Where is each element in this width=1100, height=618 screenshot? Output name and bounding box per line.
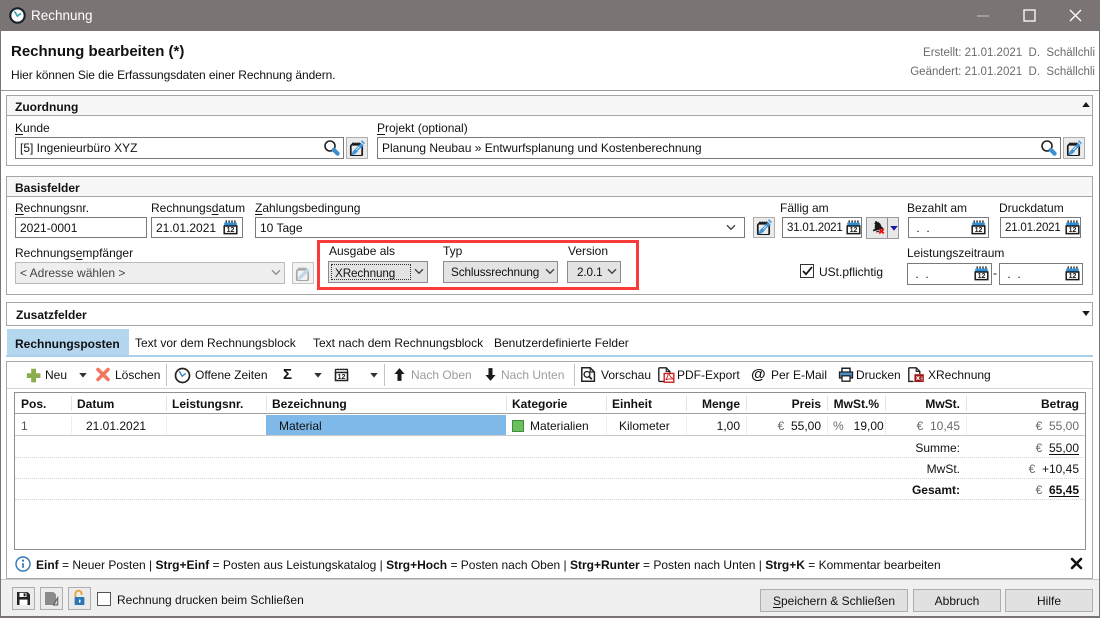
svg-text:12: 12 [338,372,346,381]
